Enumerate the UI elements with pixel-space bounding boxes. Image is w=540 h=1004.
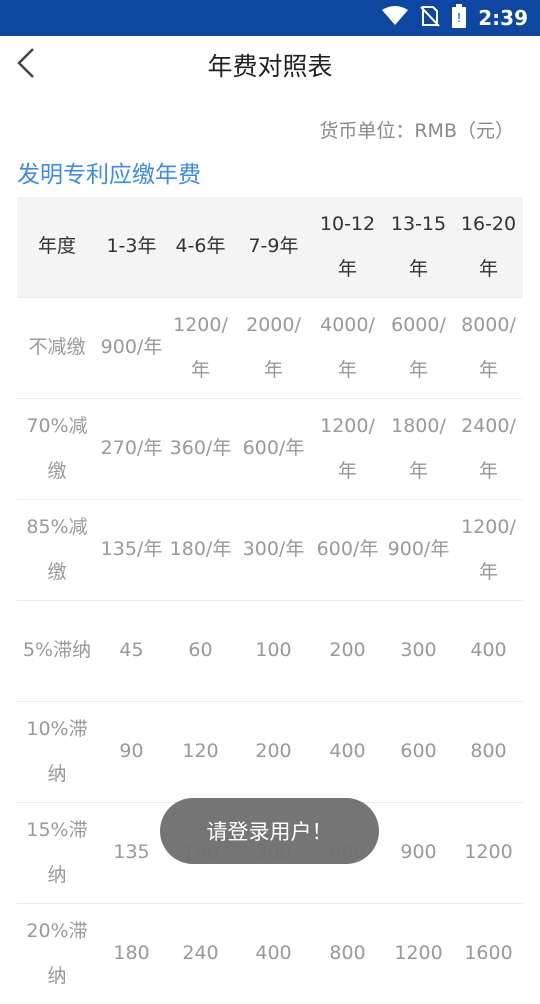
wifi-icon	[382, 6, 409, 30]
table-cell: 135	[113, 841, 150, 863]
table-cell: 1200/年	[173, 313, 228, 381]
table-cell: 300/年	[242, 538, 305, 560]
table-cell: 200	[255, 740, 292, 762]
table-cell: 100	[255, 639, 292, 661]
battery-icon: !	[452, 4, 467, 32]
table-cell: 2400/年	[461, 414, 516, 482]
table-cell: 360/年	[169, 437, 232, 459]
table-cell: 1200/年	[461, 515, 516, 583]
app-bar: 年费对照表	[0, 36, 540, 94]
row-label: 不减缴	[28, 336, 86, 358]
table-cell: 200	[329, 639, 366, 661]
table-cell: 600	[400, 740, 437, 762]
table-cell: 600/年	[316, 538, 379, 560]
fee-table: 年度 1-3年 4-6年 7-9年 10-12年 13-15年 16-20年 不…	[17, 197, 523, 1004]
table-cell: 180/年	[169, 538, 232, 560]
column-header: 16-20年	[460, 212, 517, 280]
table-cell: 2000/年	[246, 313, 301, 381]
table-row: 20%滞纳 180 240 400 800 1200 1600	[17, 903, 523, 1004]
table-cell: 1200	[464, 841, 513, 863]
column-header: 10-12年	[319, 212, 376, 280]
status-bar: ! 2:39	[0, 0, 540, 36]
table-cell: 900/年	[100, 336, 163, 358]
column-header: 年度	[37, 235, 76, 258]
section-title: 发明专利应缴年费	[17, 162, 201, 188]
table-cell: 400	[255, 942, 292, 965]
table-cell: 240	[182, 942, 219, 965]
column-header: 13-15年	[390, 212, 447, 280]
back-button[interactable]	[6, 40, 46, 90]
table-cell: 900/年	[387, 538, 450, 560]
row-label: 70%减缴	[26, 414, 88, 482]
row-label: 20%滞纳	[26, 919, 88, 987]
table-cell: 180	[113, 942, 150, 965]
table-cell: 1200	[394, 942, 443, 965]
table-row: 不减缴 900/年 1200/年 2000/年 4000/年 6000/年 8000/年	[17, 297, 523, 398]
table-cell: 90	[119, 740, 144, 762]
table-cell: 45	[119, 639, 144, 661]
table-cell: 800	[470, 740, 507, 762]
table-cell: 1600	[464, 942, 513, 965]
table-cell: 400	[329, 740, 366, 762]
table-row: 5%滞纳 45 60 100 200 300 400	[17, 600, 523, 701]
table-cell: 1800/年	[391, 414, 446, 482]
table-cell: 270/年	[100, 437, 163, 459]
table-cell: 800	[329, 942, 366, 965]
table-cell: 4000/年	[320, 313, 375, 381]
table-cell: 400	[470, 639, 507, 661]
column-header: 4-6年	[175, 235, 226, 258]
chevron-left-icon	[15, 46, 37, 84]
table-cell: 300	[400, 639, 437, 661]
svg-text:!: !	[457, 11, 462, 25]
table-cell: 6000/年	[391, 313, 446, 381]
table-header-row: 年度 1-3年 4-6年 7-9年 10-12年 13-15年 16-20年	[17, 197, 523, 297]
table-cell: 600/年	[242, 437, 305, 459]
no-sim-icon	[420, 5, 440, 31]
page-title: 年费对照表	[207, 52, 333, 81]
table-row: 85%减缴 135/年 180/年 300/年 600/年 900/年 1200/年	[17, 499, 523, 600]
table-cell: 60	[188, 639, 213, 661]
row-label: 15%滞纳	[26, 818, 88, 886]
column-header: 1-3年	[106, 235, 157, 258]
row-label: 5%滞纳	[22, 639, 92, 661]
table-cell: 120	[182, 740, 219, 762]
table-cell: 1200/年	[320, 414, 375, 482]
table-row: 10%滞纳 90 120 200 400 600 800	[17, 701, 523, 802]
table-cell: 900	[400, 841, 437, 863]
currency-note: 货币单位：RMB（元）	[319, 120, 514, 142]
toast-message: 请登录用户！	[160, 798, 379, 864]
table-cell: 8000/年	[461, 313, 516, 381]
column-header: 7-9年	[248, 235, 299, 258]
table-row: 70%减缴 270/年 360/年 600/年 1200/年 1800/年 2400/年	[17, 398, 523, 499]
table-cell: 135/年	[100, 538, 163, 560]
row-label: 85%减缴	[26, 515, 88, 583]
status-time: 2:39	[478, 6, 528, 30]
row-label: 10%滞纳	[26, 717, 88, 785]
